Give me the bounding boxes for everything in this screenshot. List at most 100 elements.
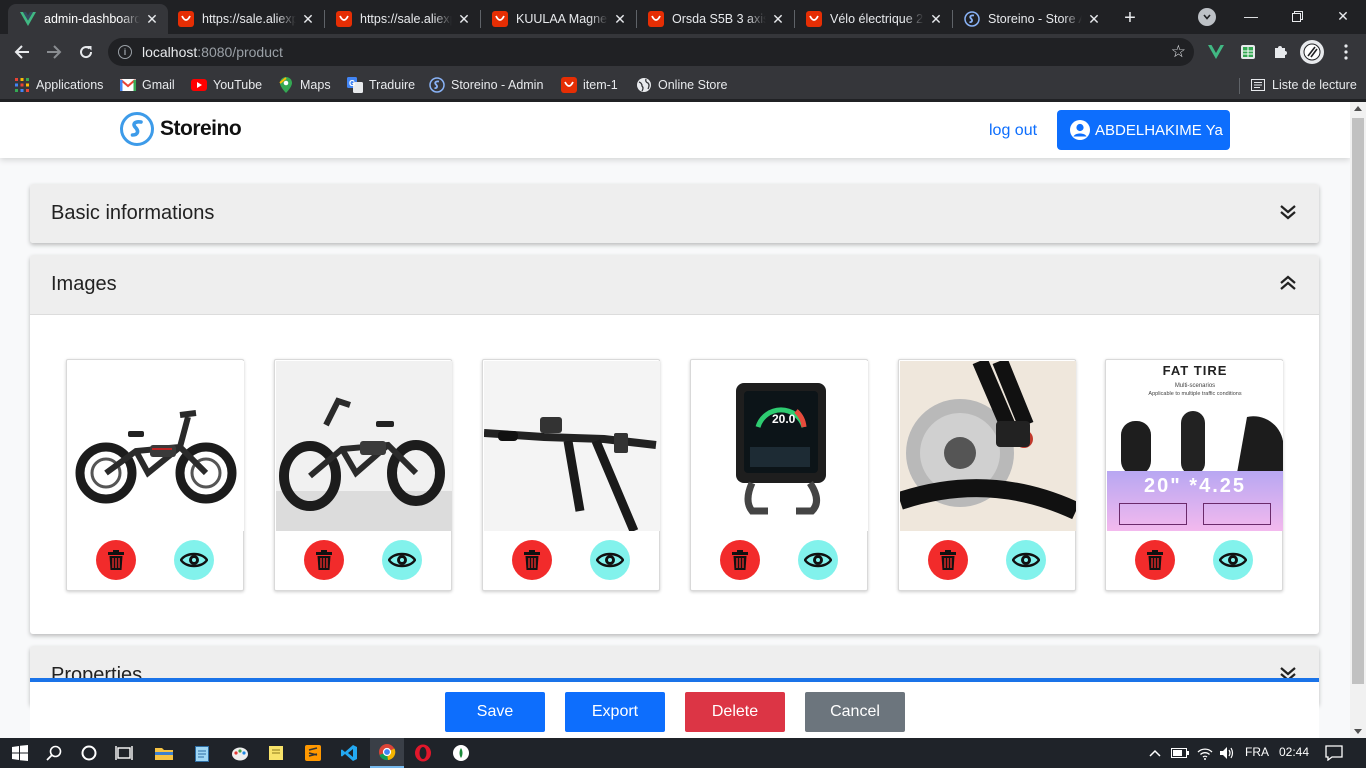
view-image-button[interactable]: [1006, 540, 1046, 580]
bookmark-applications[interactable]: Applications: [14, 76, 103, 94]
product-image-disc-brake[interactable]: [900, 361, 1076, 531]
file-explorer-icon[interactable]: [152, 741, 176, 765]
product-image-ebike-angle[interactable]: [276, 361, 452, 531]
images-gallery: 20.0 FAT TIRE Multi-scenarios Applicable…: [30, 314, 1319, 634]
opera-icon[interactable]: [411, 741, 435, 765]
sublime-text-icon[interactable]: [301, 741, 325, 765]
delete-image-button[interactable]: [928, 540, 968, 580]
close-tab-icon[interactable]: ✕: [770, 11, 786, 27]
close-tab-icon[interactable]: ✕: [1086, 11, 1102, 27]
tab-title: https://sale.aliexpress: [360, 12, 452, 26]
cancel-button[interactable]: Cancel: [805, 692, 905, 732]
window-close-icon[interactable]: ✕: [1320, 0, 1366, 32]
scroll-down-arrow-icon[interactable]: [1354, 729, 1362, 734]
windows-start-icon[interactable]: [8, 741, 32, 765]
bookmark-storeino-admin[interactable]: Storeino - Admin: [429, 76, 543, 94]
brand-name: Storeino: [160, 117, 242, 140]
export-button[interactable]: Export: [565, 692, 665, 732]
brand-logo[interactable]: Storeino: [120, 112, 242, 146]
cortana-icon[interactable]: [77, 741, 101, 765]
delete-image-button[interactable]: [512, 540, 552, 580]
product-image-fat-tire[interactable]: FAT TIRE Multi-scenarios Applicable to m…: [1107, 361, 1283, 531]
reload-icon[interactable]: [72, 38, 100, 66]
bookmark-youtube[interactable]: YouTube: [191, 76, 262, 94]
address-bar[interactable]: i localhost:8080/product ☆: [108, 38, 1194, 66]
chrome-taskbar-icon[interactable]: [370, 738, 404, 768]
bookmark-star-icon[interactable]: ☆: [1171, 42, 1186, 62]
back-arrow-icon[interactable]: [8, 38, 36, 66]
view-image-button[interactable]: [174, 540, 214, 580]
save-button[interactable]: Save: [445, 692, 545, 732]
puzzle-extensions-icon[interactable]: [1270, 42, 1290, 62]
bookmark-online-store[interactable]: Online Store: [636, 76, 727, 94]
logout-link[interactable]: log out: [989, 122, 1037, 140]
tab-title: Orsda S5B 3 axis: [672, 12, 766, 26]
product-image-display[interactable]: 20.0: [692, 361, 868, 531]
delete-image-button[interactable]: [304, 540, 344, 580]
view-image-button[interactable]: [1213, 540, 1253, 580]
browser-tab-velo[interactable]: Vélo électrique 20 ✕: [794, 4, 952, 34]
delete-image-button[interactable]: [96, 540, 136, 580]
view-image-button[interactable]: [798, 540, 838, 580]
menu-dots-icon[interactable]: [1336, 42, 1356, 62]
product-image-card: [898, 359, 1076, 591]
close-tab-icon[interactable]: ✕: [928, 11, 944, 27]
green-app-icon[interactable]: [449, 741, 473, 765]
minimize-icon[interactable]: —: [1228, 0, 1274, 32]
chevron-double-up-icon[interactable]: [1279, 274, 1297, 292]
battery-icon[interactable]: [1168, 741, 1192, 765]
notifications-icon[interactable]: [1322, 741, 1346, 765]
chevron-double-down-icon[interactable]: [1279, 203, 1297, 221]
volume-icon[interactable]: [1215, 741, 1239, 765]
bookmark-item-1[interactable]: item-1: [561, 76, 618, 94]
bookmark-maps[interactable]: Maps: [278, 76, 331, 94]
scrollbar-thumb[interactable]: [1352, 118, 1364, 684]
bookmark-gmail[interactable]: Gmail: [120, 76, 175, 94]
user-account-button[interactable]: ABDELHAKIME Ya: [1057, 110, 1230, 150]
delete-image-button[interactable]: [1135, 540, 1175, 580]
restore-icon[interactable]: [1274, 0, 1320, 32]
bookmark-traduire[interactable]: G Traduire: [347, 76, 415, 94]
close-tab-icon[interactable]: ✕: [144, 11, 160, 27]
browser-tab-admin-dashboard[interactable]: admin-dashboard ✕: [8, 4, 168, 34]
browser-tab-aliexpress-1[interactable]: https://sale.aliexpress ✕: [166, 4, 324, 34]
product-image-ebike-side[interactable]: [68, 361, 244, 531]
delete-image-button[interactable]: [720, 540, 760, 580]
scroll-up-arrow-icon[interactable]: [1354, 106, 1362, 111]
vscode-icon[interactable]: [337, 741, 361, 765]
wifi-icon[interactable]: [1193, 741, 1217, 765]
apps-grid-icon: [14, 77, 30, 93]
sheets-extension-icon[interactable]: [1238, 42, 1258, 62]
browser-tab-storeino[interactable]: Storeino - Store Admin ✕: [952, 4, 1110, 34]
vuejs-devtools-icon[interactable]: [1206, 42, 1226, 62]
tray-expand-icon[interactable]: [1143, 741, 1167, 765]
product-image-handlebar[interactable]: [484, 361, 660, 531]
new-tab-button[interactable]: +: [1118, 6, 1142, 30]
browser-tab-orsda[interactable]: Orsda S5B 3 axis ✕: [636, 4, 794, 34]
close-tab-icon[interactable]: ✕: [612, 11, 628, 27]
paint-icon[interactable]: [228, 741, 252, 765]
bookmark-label: Online Store: [658, 78, 728, 92]
notepad-icon[interactable]: [190, 741, 214, 765]
forward-arrow-icon[interactable]: [40, 38, 68, 66]
delete-button[interactable]: Delete: [685, 692, 785, 732]
tab-search-icon[interactable]: [1198, 8, 1216, 26]
view-image-button[interactable]: [382, 540, 422, 580]
close-tab-icon[interactable]: ✕: [300, 11, 316, 27]
language-indicator[interactable]: FRA: [1245, 745, 1269, 759]
search-icon[interactable]: [42, 741, 66, 765]
site-info-icon[interactable]: i: [118, 45, 132, 59]
profile-avatar-icon[interactable]: [1300, 40, 1324, 64]
clock[interactable]: 02:44: [1279, 745, 1309, 759]
browser-tab-kuulaa[interactable]: KUULAA Magnetic ✕: [480, 4, 636, 34]
task-view-icon[interactable]: [112, 741, 136, 765]
images-header[interactable]: Images: [30, 255, 1319, 314]
view-image-button[interactable]: [590, 540, 630, 580]
browser-tab-aliexpress-2[interactable]: https://sale.aliexpress ✕: [324, 4, 480, 34]
close-tab-icon[interactable]: ✕: [456, 11, 472, 27]
page-scrollbar[interactable]: [1350, 102, 1366, 738]
basic-informations-header[interactable]: Basic informations: [30, 184, 1319, 243]
sticky-notes-icon[interactable]: [264, 741, 288, 765]
banner-tire-size: 20" *4.25: [1144, 475, 1246, 497]
reading-list-button[interactable]: Liste de lecture: [1250, 76, 1357, 94]
